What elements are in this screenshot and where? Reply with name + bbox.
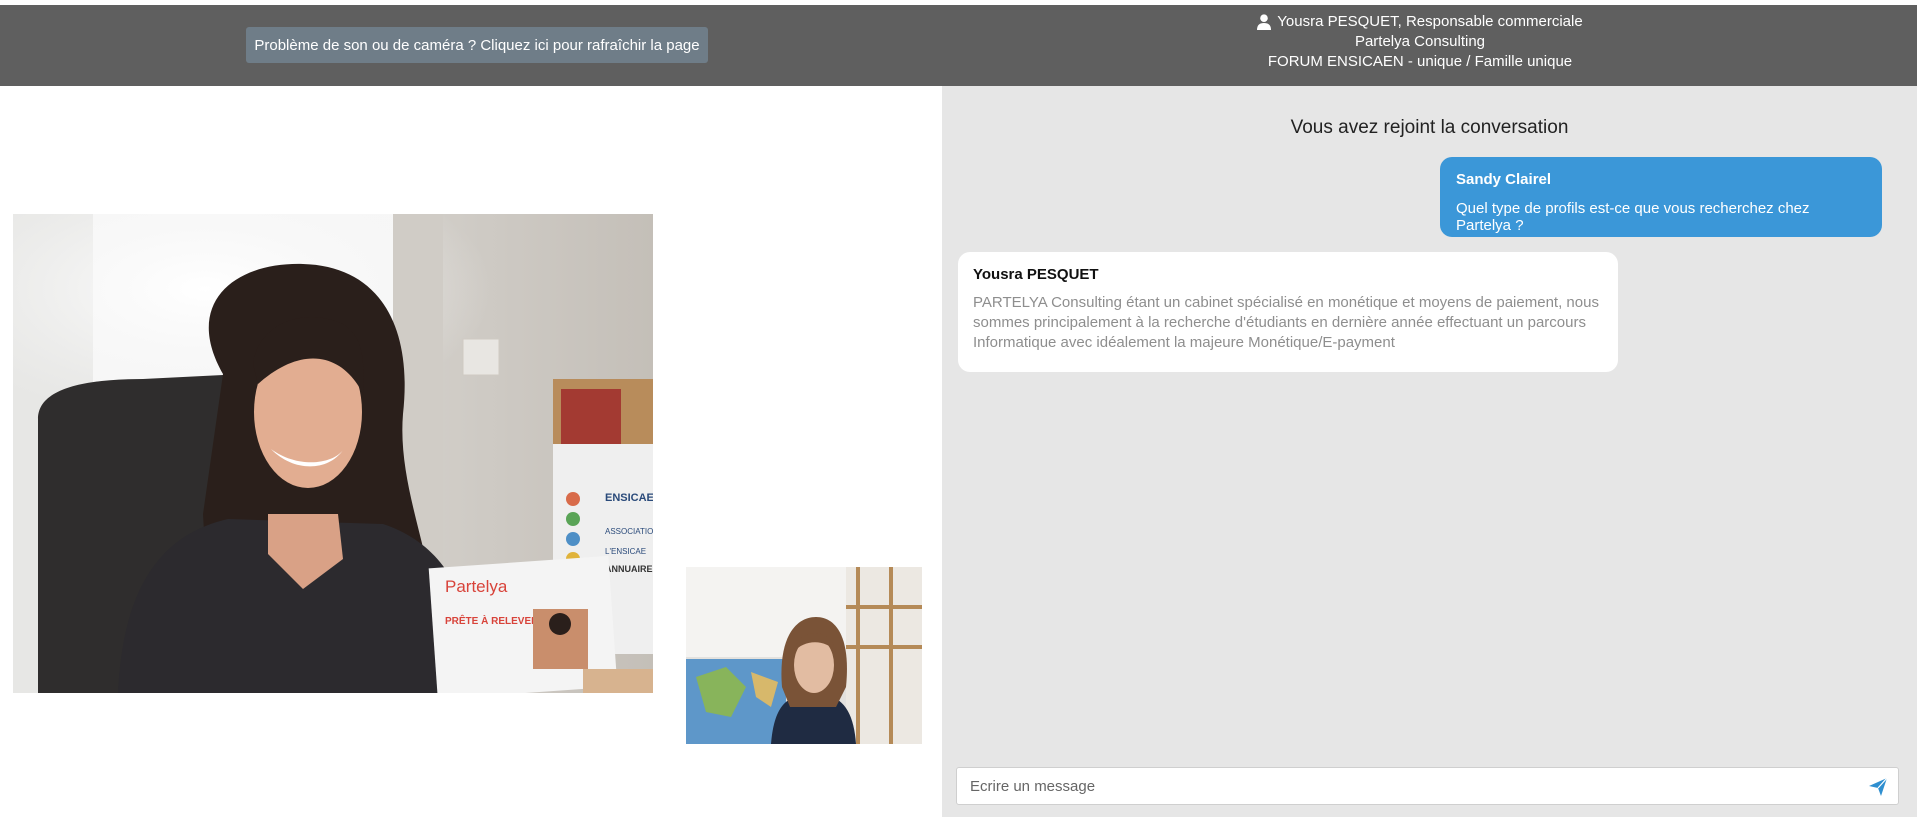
brochure-brand: Partelya — [445, 577, 508, 596]
message-author: Yousra PESQUET — [973, 266, 1099, 283]
message-author: Sandy Clairel — [1456, 171, 1552, 188]
poster-text-3: L'ENSICAE — [605, 547, 646, 556]
user-icon — [1257, 14, 1272, 30]
header-bar: Problème de son ou de caméra ? Cliquez i… — [0, 5, 1917, 86]
message-text: PARTELYA Consulting étant un cabinet spé… — [973, 293, 1603, 353]
brochure-tagline: PRÊTE À RELEVER — [445, 614, 539, 627]
message-text-line: sommes principalement à la recherche d'é… — [973, 314, 1586, 331]
message-text-line: Informatique avec idéalement la majeure … — [973, 334, 1395, 351]
message-composer — [956, 767, 1899, 805]
chat-message-sent: Sandy Clairel Quel type de profils est-c… — [1440, 157, 1882, 237]
chat-panel: Vous avez rejoint la conversation Sandy … — [942, 86, 1917, 817]
video-pane: ENSICAE ASSOCIATIO L'ENSICAE ANNUAIRE Pa… — [0, 86, 942, 817]
local-video — [686, 567, 922, 744]
poster-text-2: ASSOCIATIO — [605, 527, 653, 536]
refresh-page-button[interactable]: Problème de son ou de caméra ? Cliquez i… — [246, 27, 708, 63]
message-text-line: PARTELYA Consulting étant un cabinet spé… — [973, 294, 1599, 311]
representative-line: Yousra PESQUET, Responsable commerciale — [1180, 12, 1660, 32]
representative-info: Yousra PESQUET, Responsable commerciale … — [1180, 12, 1660, 72]
message-input[interactable] — [957, 768, 1837, 804]
company-name: Partelya Consulting — [1354, 33, 1486, 50]
poster-text-4: ANNUAIRE — [605, 564, 653, 574]
send-icon[interactable] — [1868, 777, 1888, 797]
conversation-joined-notice: Vous avez rejoint la conversation — [1290, 117, 1569, 138]
remote-video: ENSICAE ASSOCIATIO L'ENSICAE ANNUAIRE Pa… — [13, 214, 653, 693]
chat-message-received: Yousra PESQUET PARTELYA Consulting étant… — [958, 252, 1618, 372]
event-name: FORUM ENSICAEN - unique / Famille unique — [1267, 53, 1573, 70]
poster-text-1: ENSICAE — [605, 492, 653, 504]
message-text: Quel type de profils est-ce que vous rec… — [1456, 200, 1810, 234]
representative-name: Yousra PESQUET, Responsable commerciale — [1277, 13, 1583, 30]
